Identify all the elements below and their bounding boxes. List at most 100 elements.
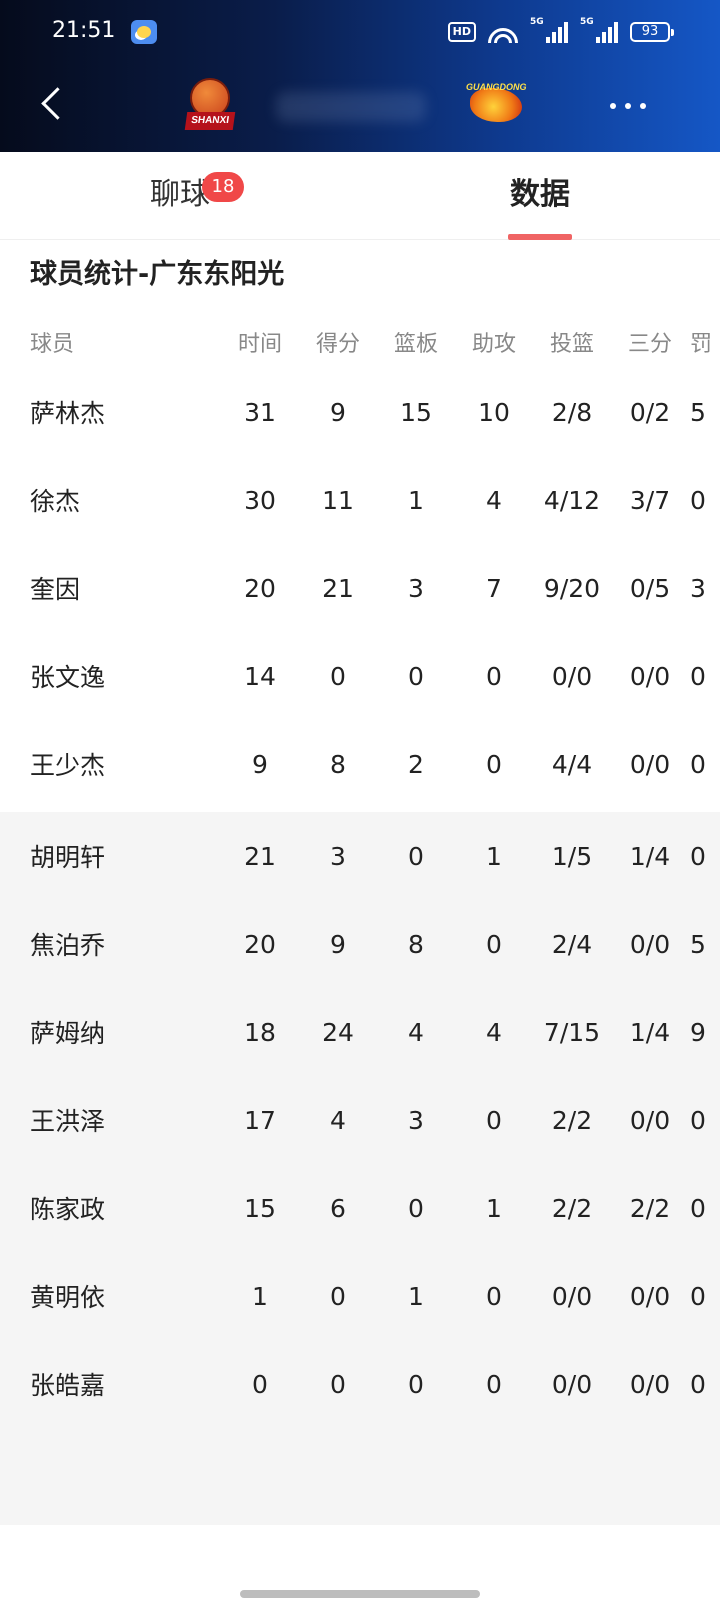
tab-label: 聊球: [150, 177, 210, 212]
table-row[interactable]: 萨林杰 31 9 15 10 2/8 0/2 5: [0, 368, 720, 456]
column-header-three-pointers: 三分: [627, 332, 672, 357]
stat-field-goals: 4/12: [543, 485, 601, 515]
player-name: 胡明轩: [30, 843, 106, 872]
column-header-player: 球员: [30, 332, 75, 357]
player-name: 张文逸: [30, 663, 106, 692]
table-row[interactable]: 王少杰 9 8 2 0 4/4 0/0 0: [0, 720, 720, 808]
stat-free-throws: 0: [690, 1193, 706, 1223]
player-name: 张皓嘉: [30, 1371, 106, 1400]
more-options-button[interactable]: [604, 92, 652, 120]
stat-minutes: 30: [244, 485, 276, 515]
stat-free-throws: 5: [690, 397, 706, 427]
stat-three-pointers: 0/0: [629, 1281, 671, 1311]
status-bar: 21:51 HD 5G 5G 93: [0, 0, 720, 64]
stat-rebounds: 1: [408, 1281, 424, 1311]
stat-assists: 0: [486, 749, 502, 779]
tab-label: 数据: [510, 177, 570, 212]
cellular-signal-icon: 5G: [530, 17, 568, 43]
stat-free-throws: 9: [690, 1017, 706, 1047]
stat-assists: 0: [486, 1369, 502, 1399]
stat-free-throws: 3: [690, 573, 706, 603]
stat-assists: 4: [486, 485, 502, 515]
table-row[interactable]: 黄明依 1 0 1 0 0/0 0/0 0: [0, 1252, 720, 1340]
home-team-logo-text: SHANXI: [184, 112, 236, 130]
table-row[interactable]: 王洪泽 17 4 3 0 2/2 0/0 0: [0, 1076, 720, 1164]
player-name: 徐杰: [30, 487, 81, 516]
stat-three-pointers: 0/2: [629, 397, 671, 427]
table-header: 球员 时间 得分 篮板 助攻 投篮 三分 罚: [0, 320, 720, 364]
stat-three-pointers: 1/4: [629, 1017, 671, 1047]
home-team-logo[interactable]: SHANXI: [184, 78, 236, 132]
tab-data[interactable]: 数据: [360, 152, 720, 240]
stat-assists: 0: [486, 1105, 502, 1135]
stat-assists: 0: [486, 1281, 502, 1311]
stat-three-pointers: 3/7: [629, 485, 671, 515]
stat-field-goals: 1/5: [551, 841, 593, 871]
stat-minutes: 1: [252, 1281, 268, 1311]
stat-free-throws: 0: [690, 485, 706, 515]
player-name: 萨姆纳: [30, 1019, 106, 1048]
flame-icon: [470, 88, 522, 122]
match-header: 21:51 HD 5G 5G 93 SHANXI GUANGDONG: [0, 0, 720, 152]
stat-minutes: 9: [252, 749, 268, 779]
table-row[interactable]: 陈家政 15 6 0 1 2/2 2/2 0: [0, 1164, 720, 1252]
stat-assists: 0: [486, 929, 502, 959]
stat-field-goals: 0/0: [551, 1281, 593, 1311]
stat-minutes: 20: [244, 573, 276, 603]
column-header-field-goals: 投篮: [549, 332, 594, 357]
cellular-signal-icon: 5G: [580, 17, 618, 43]
table-row[interactable]: 奎因 20 21 3 7 9/20 0/5 3: [0, 544, 720, 632]
table-row[interactable]: 张皓嘉 0 0 0 0 0/0 0/0 0: [0, 1340, 720, 1428]
stat-assists: 0: [486, 661, 502, 691]
stat-minutes: 15: [244, 1193, 276, 1223]
stat-field-goals: 2/2: [551, 1193, 593, 1223]
stat-minutes: 20: [244, 929, 276, 959]
table-row[interactable]: 胡明轩 21 3 0 1 1/5 1/4 0: [0, 812, 720, 900]
stat-minutes: 31: [244, 397, 276, 427]
table-row[interactable]: 萨姆纳 18 24 4 4 7/15 1/4 9: [0, 988, 720, 1076]
back-button[interactable]: [30, 82, 74, 126]
stat-three-pointers: 0/0: [629, 1105, 671, 1135]
player-stats-panel[interactable]: 球员统计-广东东阳光 球员 时间 得分 篮板 助攻 投篮 三分 罚 萨林杰 31 9…: [0, 240, 720, 1525]
home-indicator[interactable]: [240, 1590, 480, 1598]
column-header-points: 得分: [315, 332, 360, 357]
column-header-free-throws: 罚: [690, 332, 713, 357]
bench-table: 胡明轩 21 3 0 1 1/5 1/4 0 焦泊乔 20 9 8 0 2/4 0/0 5 萨姆纳 18 24 4 4 7…: [0, 812, 720, 1428]
stat-field-goals: 2/2: [551, 1105, 593, 1135]
column-header-assists: 助攻: [471, 332, 516, 357]
player-name: 王洪泽: [30, 1107, 106, 1136]
stat-points: 0: [330, 661, 346, 691]
stat-rebounds: 0: [408, 841, 424, 871]
table-row[interactable]: 焦泊乔 20 9 8 0 2/4 0/0 5: [0, 900, 720, 988]
stat-field-goals: 0/0: [551, 661, 593, 691]
table-row[interactable]: 徐杰 30 11 1 4 4/12 3/7 0: [0, 456, 720, 544]
stat-points: 4: [330, 1105, 346, 1135]
signal-label: 5G: [580, 17, 594, 27]
table-row[interactable]: 张文逸 14 0 0 0 0/0 0/0 0: [0, 632, 720, 720]
stat-assists: 7: [486, 573, 502, 603]
stat-assists: 1: [486, 1193, 502, 1223]
stat-three-pointers: 1/4: [629, 841, 671, 871]
stat-minutes: 0: [252, 1369, 268, 1399]
wifi-icon: [488, 21, 518, 43]
stat-rebounds: 15: [400, 397, 432, 427]
stat-minutes: 18: [244, 1017, 276, 1047]
stat-points: 24: [322, 1017, 354, 1047]
score-area: [276, 92, 426, 122]
stat-rebounds: 0: [408, 661, 424, 691]
status-indicators: HD 5G 5G 93: [447, 17, 674, 44]
battery-icon: 93: [630, 22, 674, 42]
stat-free-throws: 0: [690, 749, 706, 779]
stat-points: 0: [330, 1369, 346, 1399]
stat-three-pointers: 0/0: [629, 661, 671, 691]
stat-rebounds: 0: [408, 1193, 424, 1223]
stat-points: 21: [322, 573, 354, 603]
weather-icon: [131, 20, 157, 44]
stat-field-goals: 4/4: [551, 749, 593, 779]
signal-label: 5G: [530, 17, 544, 27]
tab-chat[interactable]: 聊球: [0, 152, 360, 240]
away-team-logo[interactable]: GUANGDONG: [466, 82, 527, 124]
stat-rebounds: 8: [408, 929, 424, 959]
stat-three-pointers: 0/5: [629, 573, 671, 603]
tab-bar: 聊球 18 数据: [0, 152, 720, 240]
